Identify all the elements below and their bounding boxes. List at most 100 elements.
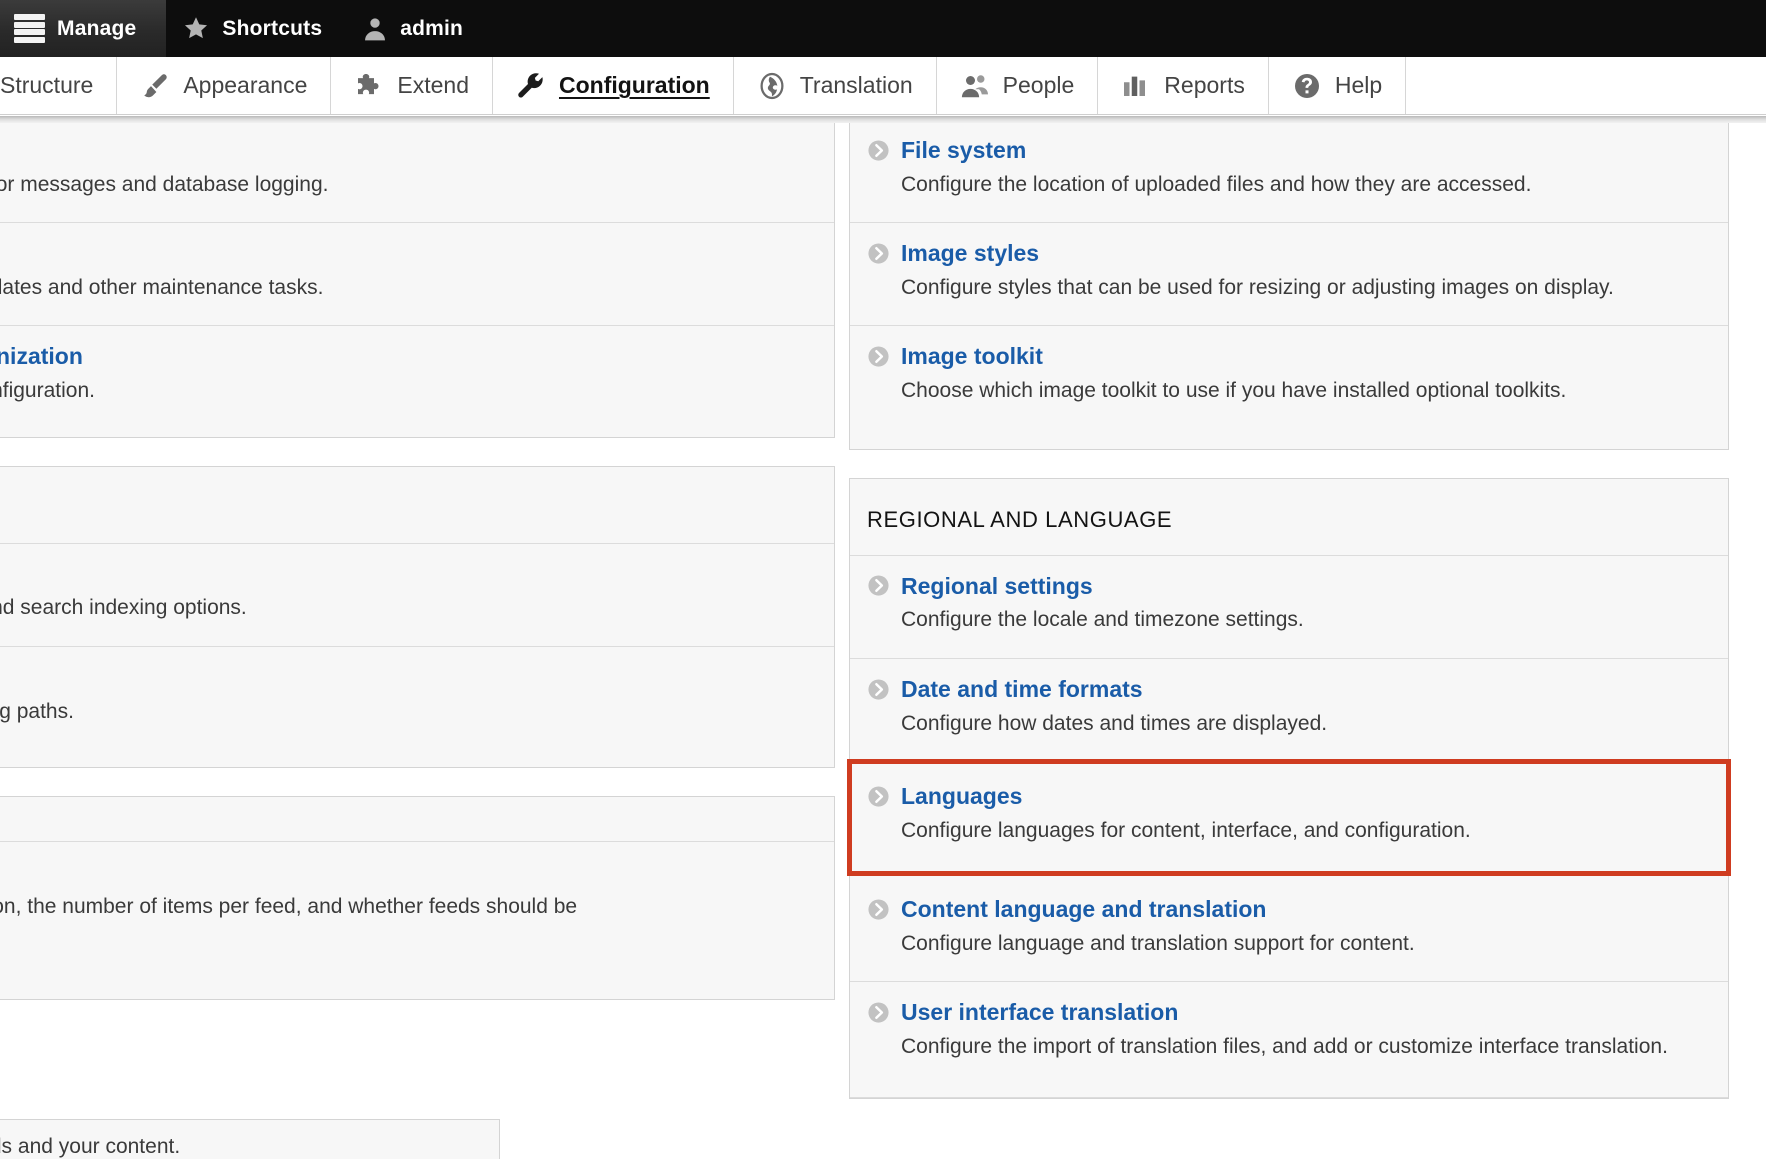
entry-head: Regional settings <box>867 572 1692 601</box>
manage-tab-label: Manage <box>57 16 137 40</box>
desc-search-pages: earch pages and search indexing options. <box>0 596 247 620</box>
config-entry-rss-publishing[interactable]: hing e site description, the number of i… <box>0 842 834 999</box>
chevron-circle-right-icon <box>867 678 890 701</box>
desc-file-system: Configure the location of uploaded files… <box>901 172 1532 196</box>
desc-content-authoring-partial: Administer fields and your content. <box>0 1135 181 1158</box>
user-avatar-icon <box>362 15 388 42</box>
chevron-circle-right-icon <box>867 242 890 265</box>
entry-head: s <box>0 663 798 692</box>
entry-head: Image toolkit <box>867 342 1692 371</box>
left-column: nd errors e display of error messages an… <box>0 116 835 1028</box>
menu-item-extend[interactable]: Extend <box>331 57 493 114</box>
globe-icon <box>757 71 787 101</box>
config-entry-file-system[interactable]: File system Configure the location of up… <box>850 120 1728 224</box>
entry-head: tion synchronization <box>0 342 798 371</box>
people-icon <box>960 71 990 101</box>
entry-head: ges <box>0 560 798 589</box>
puzzle-piece-icon <box>354 71 384 101</box>
configuration-page: nd errors e display of error messages an… <box>0 116 1766 1159</box>
paintbrush-icon <box>140 71 170 101</box>
desc-image-styles: Configure styles that can be used for re… <box>901 275 1614 299</box>
menu-item-appearance[interactable]: Appearance <box>117 57 332 114</box>
menu-bar-spacer <box>1406 57 1766 114</box>
panel-regional-and-language: REGIONAL AND LANGUAGE Regional settings … <box>847 477 1731 1099</box>
desc-url-aliases: URLs to existing paths. <box>0 699 74 723</box>
config-entry-configuration-synchronization[interactable]: tion synchronization export your configu… <box>0 326 834 436</box>
content-top-shadow <box>0 116 1766 123</box>
menu-item-help[interactable]: Help <box>1268 57 1407 114</box>
menu-item-translation[interactable]: Translation <box>733 57 937 114</box>
entry-head: Content language and translation <box>867 895 1692 924</box>
link-date-and-time-formats[interactable]: Date and time formats <box>901 675 1143 704</box>
user-account-label: admin <box>400 16 464 40</box>
desc-rss-publishing-line1: e site description, the number of items … <box>0 894 578 918</box>
config-entry-content-language-and-translation[interactable]: Content language and translation Configu… <box>850 873 1728 983</box>
menu-item-reports[interactable]: Reports <box>1098 57 1269 114</box>
entry-head: hing <box>0 858 798 887</box>
chevron-circle-right-icon <box>867 1001 890 1024</box>
link-file-system[interactable]: File system <box>901 136 1026 165</box>
link-user-interface-translation[interactable]: User interface translation <box>901 998 1178 1027</box>
bar-chart-icon <box>1121 71 1151 101</box>
menu-item-people[interactable]: People <box>936 57 1099 114</box>
config-entry-date-and-time-formats[interactable]: Date and time formats Configure how date… <box>850 659 1728 762</box>
chevron-circle-right-icon <box>867 345 890 368</box>
config-entry-image-styles[interactable]: Image styles Configure styles that can b… <box>850 223 1728 327</box>
link-content-language-and-translation[interactable]: Content language and translation <box>901 895 1266 924</box>
user-account-tab[interactable]: admin <box>346 0 487 57</box>
desc-logging-and-errors: e display of error messages and database… <box>0 172 329 196</box>
desc-configuration-synchronization: export your configuration. <box>0 379 95 403</box>
panel-development: nd errors e display of error messages an… <box>0 120 835 438</box>
link-configuration-synchronization[interactable]: tion synchronization <box>0 342 83 371</box>
manage-tab[interactable]: Manage <box>0 0 167 57</box>
chevron-circle-right-icon <box>867 139 890 162</box>
menu-item-help-label: Help <box>1334 72 1383 98</box>
panel-search-and-metadata: METADATA ges earch pages and search inde… <box>0 465 835 768</box>
wrench-icon <box>516 71 546 101</box>
panel-title-web-services <box>0 797 834 842</box>
right-column: File system Configure the location of up… <box>847 116 1731 1127</box>
menu-item-configuration-label: Configuration <box>558 72 710 98</box>
menu-item-structure[interactable]: Structure <box>0 57 118 114</box>
chevron-circle-right-icon <box>867 785 890 808</box>
link-languages[interactable]: Languages <box>901 782 1022 811</box>
admin-toolbar: Manage Shortcuts admin <box>0 0 1766 57</box>
config-entry-logging-and-errors[interactable]: nd errors e display of error messages an… <box>0 120 834 224</box>
star-icon <box>182 15 210 42</box>
menu-item-people-label: People <box>1002 72 1075 98</box>
desc-user-interface-translation: Configure the import of translation file… <box>901 1035 1668 1059</box>
menu-item-extend-label: Extend <box>397 72 469 98</box>
shortcuts-tab[interactable]: Shortcuts <box>166 0 346 57</box>
panel-web-services: hing e site description, the number of i… <box>0 795 835 1000</box>
config-entry-user-interface-translation[interactable]: User interface translation Configure the… <box>850 982 1728 1098</box>
desc-languages: Configure languages for content, interfa… <box>901 818 1471 842</box>
link-image-toolkit[interactable]: Image toolkit <box>901 342 1043 371</box>
panel-media: File system Configure the location of up… <box>849 120 1729 450</box>
entry-head: File system <box>867 136 1692 165</box>
entry-head: ce mode <box>0 239 798 268</box>
chevron-circle-right-icon <box>867 898 890 921</box>
desc-rss-publishing-line2: s/full-text. <box>0 922 798 952</box>
entry-head: Image styles <box>867 239 1692 268</box>
menu-item-reports-label: Reports <box>1164 72 1245 98</box>
config-entry-regional-settings[interactable]: Regional settings Configure the locale a… <box>850 556 1728 659</box>
hamburger-menu-icon[interactable] <box>14 14 45 43</box>
desc-maintenance-mode: e offline for updates and other maintena… <box>0 275 324 299</box>
config-entry-image-toolkit[interactable]: Image toolkit Choose which image toolkit… <box>850 326 1728 448</box>
panel-content-authoring-partial: Administer fields and your content. <box>0 1119 500 1159</box>
panel-title-search-and-metadata: METADATA <box>0 467 834 544</box>
config-entry-url-aliases[interactable]: s URLs to existing paths. <box>0 647 834 767</box>
entry-head: Date and time formats <box>867 675 1692 704</box>
menu-item-configuration[interactable]: Configuration <box>492 57 734 114</box>
entry-head: User interface translation <box>867 998 1692 1027</box>
chevron-circle-right-icon <box>867 574 890 597</box>
desc-image-toolkit: Choose which image toolkit to use if you… <box>901 379 1567 403</box>
link-image-styles[interactable]: Image styles <box>901 239 1039 268</box>
link-regional-settings[interactable]: Regional settings <box>901 572 1093 601</box>
shortcuts-tab-label: Shortcuts <box>222 16 323 40</box>
config-entry-languages[interactable]: Languages Configure languages for conten… <box>847 758 1731 877</box>
menu-item-appearance-label: Appearance <box>183 72 308 98</box>
config-entry-maintenance-mode[interactable]: ce mode e offline for updates and other … <box>0 223 834 327</box>
config-entry-search-pages[interactable]: ges earch pages and search indexing opti… <box>0 544 834 647</box>
desc-date-and-time-formats: Configure how dates and times are displa… <box>901 711 1328 735</box>
